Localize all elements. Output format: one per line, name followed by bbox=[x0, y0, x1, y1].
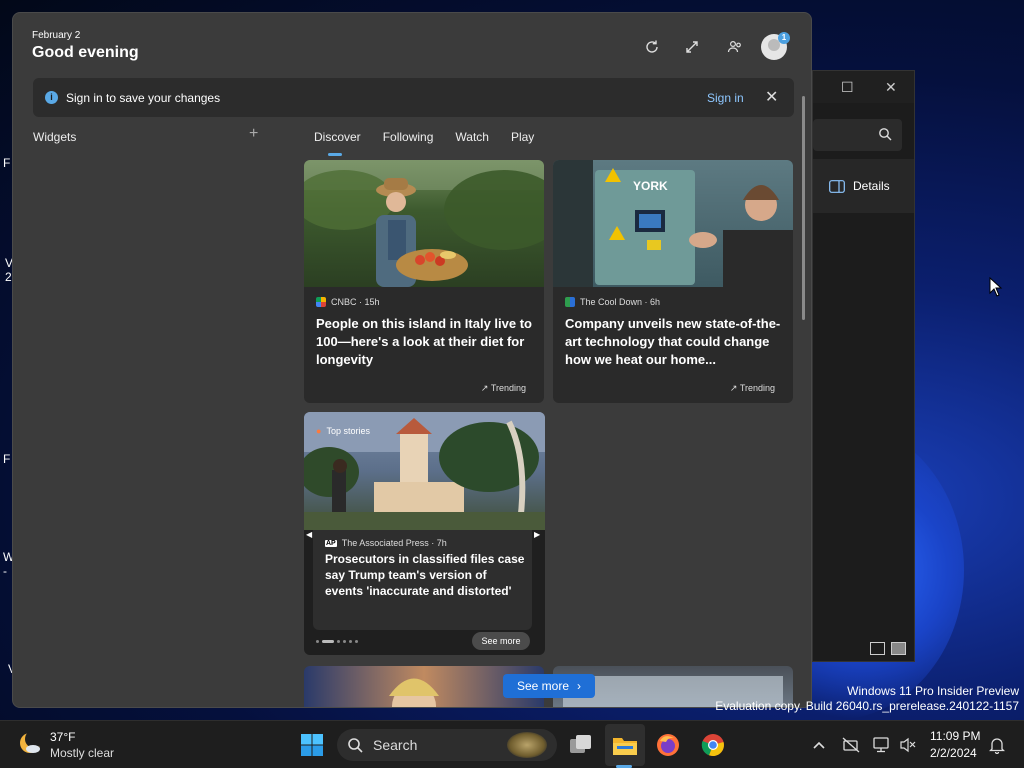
york-label: YORK bbox=[633, 179, 668, 193]
watermark-line: Evaluation copy. Build 26040.rs_prerelea… bbox=[715, 699, 1019, 713]
close-icon[interactable]: ✕ bbox=[885, 79, 897, 96]
ap-logo-icon: AP bbox=[325, 539, 337, 547]
top-stories-badge: ● Top stories bbox=[316, 426, 370, 436]
feed-tabs: Discover Following Watch Play bbox=[314, 130, 556, 156]
notification-badge: 1 bbox=[778, 32, 790, 44]
news-image: YORK bbox=[553, 160, 793, 287]
file-explorer-icon[interactable] bbox=[612, 732, 638, 758]
watermark-line: Windows 11 Pro Insider Preview bbox=[847, 684, 1019, 698]
chrome-icon[interactable] bbox=[700, 732, 726, 758]
source-label: The Cool Down · 6h bbox=[580, 297, 661, 307]
carousel-next-icon[interactable]: ▶ bbox=[534, 530, 540, 539]
signin-message: Sign in to save your changes bbox=[66, 91, 221, 105]
taskbar-search-input[interactable]: Search bbox=[337, 729, 557, 761]
details-button[interactable]: Details bbox=[829, 179, 890, 193]
info-icon: i bbox=[45, 91, 58, 104]
view-toggle[interactable] bbox=[870, 642, 906, 655]
panel-date: February 2 bbox=[32, 30, 81, 41]
firefox-icon[interactable] bbox=[655, 732, 681, 758]
top-stories-card[interactable]: ● Top stories ◀ ▶ AP The Associated Pres… bbox=[304, 412, 545, 655]
weather-temperature[interactable]: 37°F bbox=[50, 730, 75, 744]
task-view-icon[interactable] bbox=[568, 732, 594, 758]
people-icon[interactable] bbox=[725, 37, 745, 57]
desktop-icon-label: 2 bbox=[5, 270, 12, 284]
clock-time[interactable]: 11:09 PM bbox=[930, 729, 980, 743]
tab-watch[interactable]: Watch bbox=[455, 130, 489, 144]
notification-bell-icon[interactable] bbox=[984, 732, 1010, 758]
no-network-icon[interactable] bbox=[838, 732, 864, 758]
card-source: The Cool Down · 6h bbox=[565, 297, 660, 307]
search-placeholder: Search bbox=[373, 737, 418, 753]
refresh-icon[interactable] bbox=[642, 37, 662, 57]
desktop-icon-label: F bbox=[3, 156, 11, 170]
desktop-icon-label: F bbox=[3, 452, 11, 466]
the-cool-down-logo-icon bbox=[565, 297, 575, 307]
card-headline[interactable]: Company unveils new state-of-the-art tec… bbox=[565, 315, 783, 369]
search-icon bbox=[879, 128, 892, 141]
explorer-titlebar[interactable]: ☐ ✕ bbox=[813, 71, 914, 103]
news-card[interactable]: CNBC · 15h People on this island in Ital… bbox=[304, 160, 544, 403]
card-headline[interactable]: Prosecutors in classified files case say… bbox=[325, 551, 525, 599]
build-watermark: Windows 11 Pro Insider Preview Evaluatio… bbox=[715, 684, 1019, 714]
greeting: Good evening bbox=[32, 44, 139, 61]
network-icon[interactable] bbox=[869, 732, 895, 758]
trending-label: Trending bbox=[739, 383, 775, 393]
close-icon[interactable]: ✕ bbox=[765, 87, 778, 107]
see-more-button[interactable]: See more bbox=[472, 632, 530, 650]
search-icon bbox=[348, 738, 363, 753]
search-highlight-image bbox=[507, 732, 547, 758]
scrollbar[interactable] bbox=[802, 96, 805, 320]
trending-tag: ↗ Trending bbox=[480, 383, 526, 393]
details-label: Details bbox=[853, 179, 890, 193]
tab-play[interactable]: Play bbox=[511, 130, 534, 144]
details-view-icon[interactable] bbox=[870, 642, 885, 655]
chevron-up-icon[interactable] bbox=[806, 732, 832, 758]
news-card[interactable]: YORK The Cool Down · 6h Company unveils … bbox=[553, 160, 793, 403]
cnbc-logo-icon bbox=[316, 297, 326, 307]
carousel-dots[interactable] bbox=[316, 640, 358, 643]
top-stories-label: Top stories bbox=[326, 426, 370, 436]
widgets-panel: February 2 Good evening 1 i Sign in to s… bbox=[12, 12, 812, 708]
signin-link[interactable]: Sign in bbox=[707, 91, 744, 105]
source-label: The Associated Press · 7h bbox=[341, 538, 447, 548]
see-more-label: See more bbox=[516, 679, 570, 693]
weather-condition[interactable]: Mostly clear bbox=[50, 746, 114, 760]
tiles-view-icon[interactable] bbox=[891, 642, 906, 655]
file-explorer-window[interactable]: ☐ ✕ Details bbox=[812, 70, 915, 662]
add-widget-icon[interactable]: + bbox=[249, 125, 258, 143]
explorer-search-input[interactable] bbox=[813, 119, 902, 151]
trending-label: Trending bbox=[490, 383, 526, 393]
desktop-icon-label: - bbox=[3, 564, 7, 578]
details-pane-icon bbox=[829, 179, 845, 193]
taskbar: 37°F Mostly clear Search 11:09 PM 2/2/20… bbox=[0, 720, 1024, 768]
maximize-icon[interactable]: ☐ bbox=[841, 79, 854, 96]
tab-following[interactable]: Following bbox=[383, 130, 434, 144]
carousel-prev-icon[interactable]: ◀ bbox=[306, 530, 312, 539]
chevron-right-icon: › bbox=[577, 679, 582, 693]
news-image bbox=[304, 160, 544, 287]
source-label: CNBC · 15h bbox=[331, 297, 380, 307]
top-story-content[interactable]: AP The Associated Press · 7h Prosecutors… bbox=[313, 530, 532, 630]
widgets-heading: Widgets bbox=[33, 130, 77, 144]
see-more-button[interactable]: See more › bbox=[503, 674, 595, 698]
card-source: CNBC · 15h bbox=[316, 297, 380, 307]
moon-weather-icon[interactable] bbox=[18, 731, 42, 755]
trending-tag: ↗ Trending bbox=[729, 383, 775, 393]
mouse-cursor-icon bbox=[989, 277, 1003, 297]
card-headline[interactable]: People on this island in Italy live to 1… bbox=[316, 315, 534, 369]
start-icon[interactable] bbox=[299, 732, 325, 758]
clock-date[interactable]: 2/2/2024 bbox=[930, 746, 977, 760]
tab-discover[interactable]: Discover bbox=[314, 130, 361, 156]
expand-icon[interactable] bbox=[682, 37, 702, 57]
volume-muted-icon[interactable] bbox=[895, 732, 921, 758]
flame-icon: ● bbox=[316, 426, 322, 436]
signin-banner: i Sign in to save your changes Sign in ✕ bbox=[33, 78, 794, 117]
card-source: AP The Associated Press · 7h bbox=[325, 538, 447, 548]
